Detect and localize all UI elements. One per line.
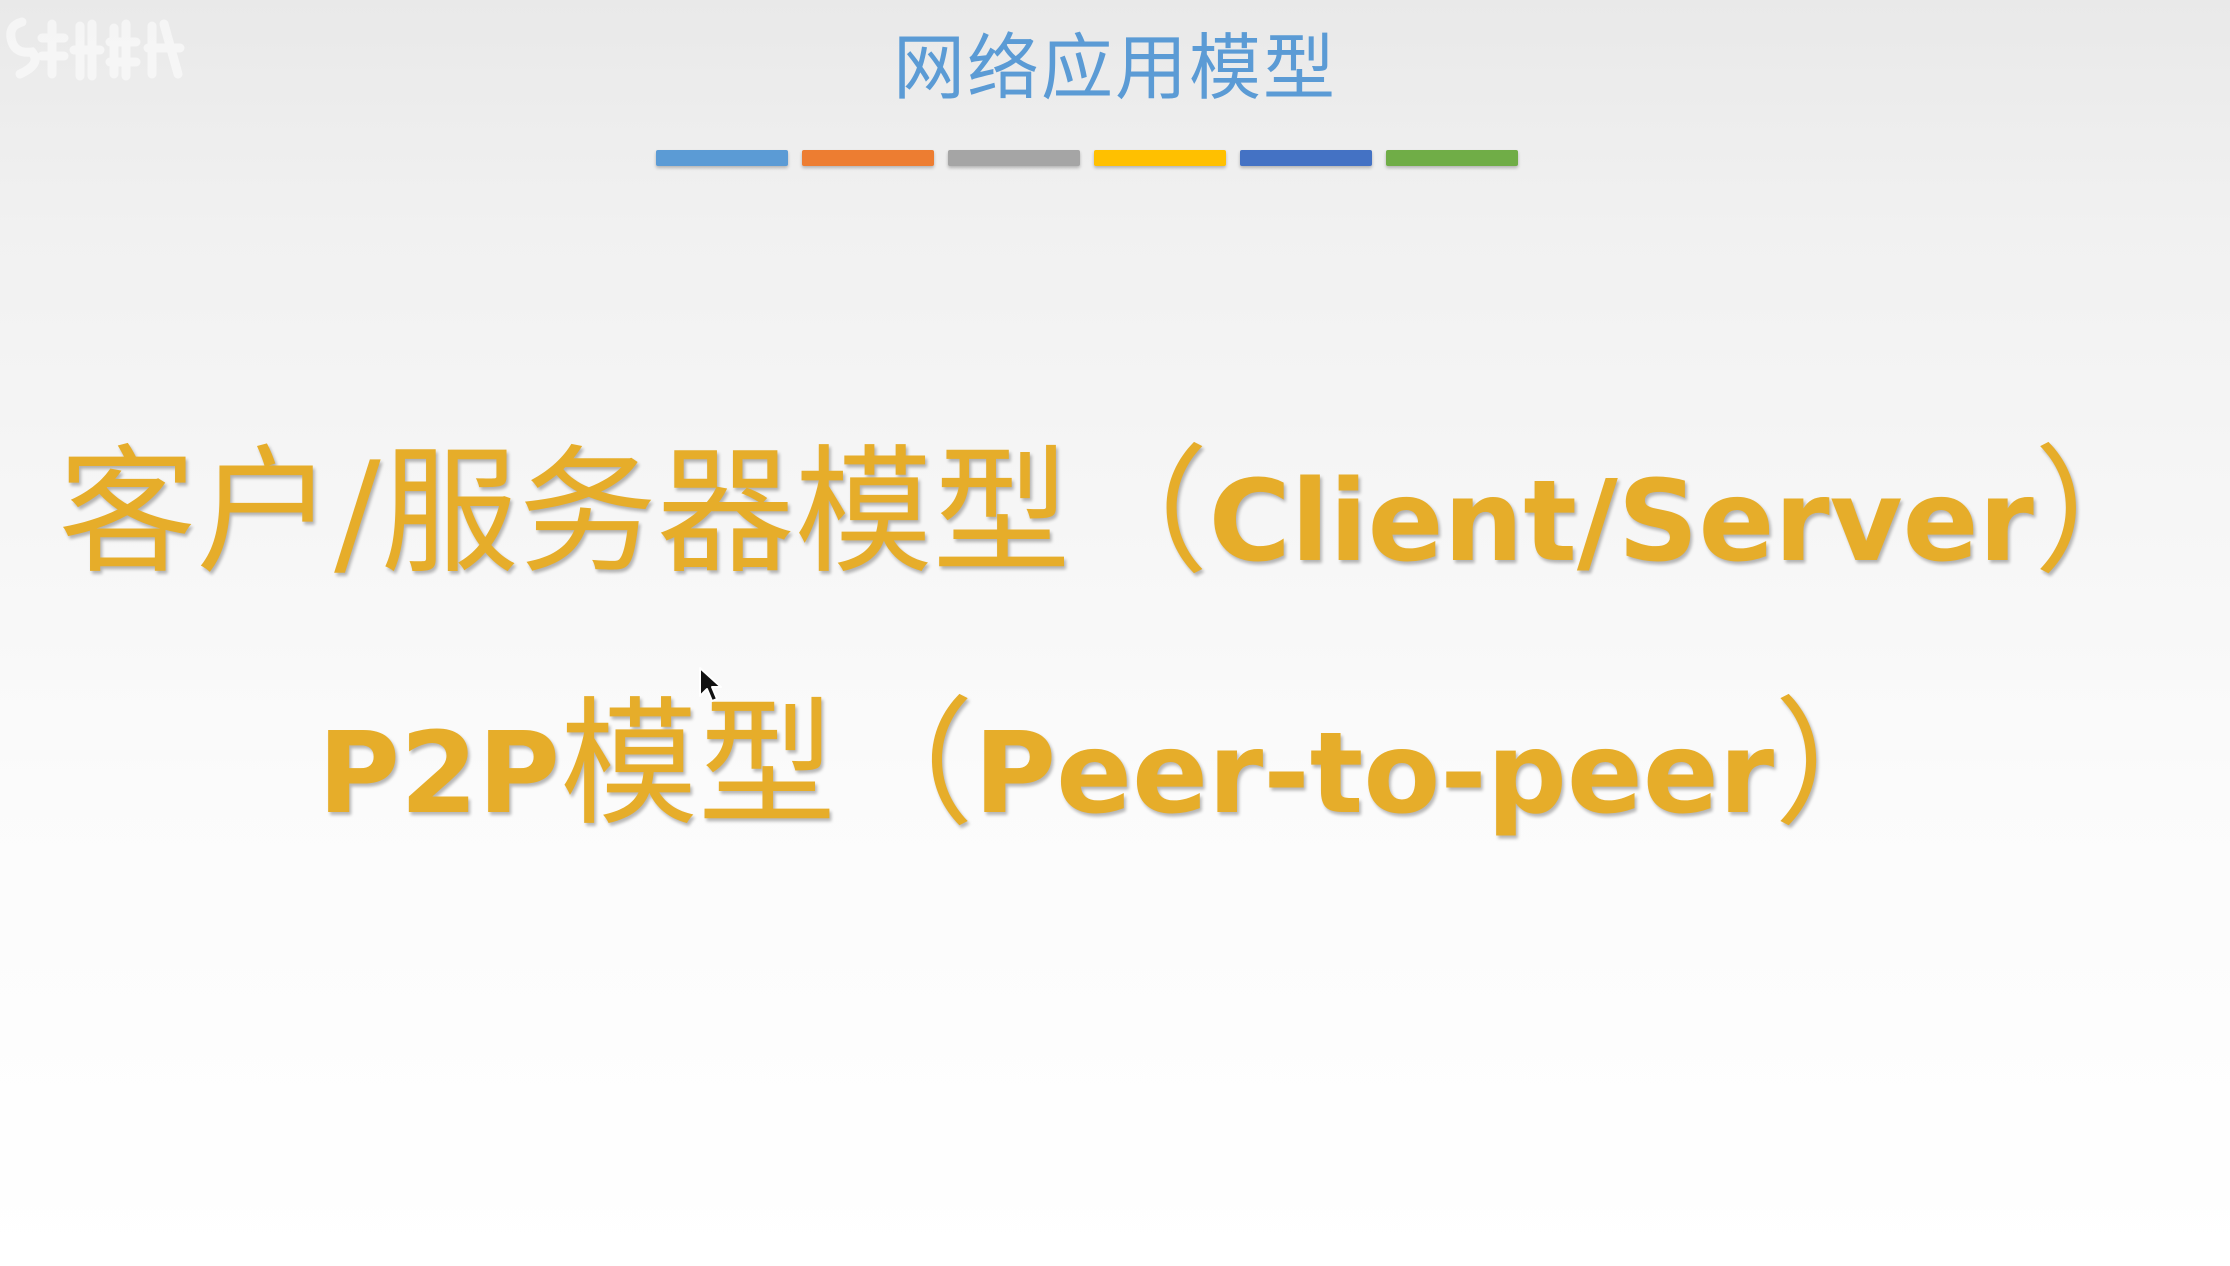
- model-cn-name: 客户/服务器模型: [58, 432, 1071, 593]
- model-client-server: 客户/服务器模型（Client/Server）: [0, 428, 2230, 598]
- accent-bar-blue: [656, 150, 788, 166]
- model-en-name: Client/Server: [1208, 457, 2034, 587]
- mouse-pointer-icon: [699, 667, 722, 702]
- slide-title: 网络应用模型: [892, 26, 1337, 110]
- open-paren: （: [836, 684, 975, 845]
- accent-bar-dark-blue: [1240, 150, 1372, 166]
- model-cn-name: 模型: [560, 684, 837, 845]
- model-en-name: Peer-to-peer: [974, 709, 1775, 839]
- accent-bar-green: [1386, 150, 1518, 166]
- accent-bar-gray: [948, 150, 1080, 166]
- open-paren: （: [1070, 432, 1209, 593]
- model-prefix: P2P: [317, 709, 561, 839]
- title-accent-bar: [656, 150, 1518, 166]
- close-paren: ）: [1774, 684, 1913, 845]
- model-p2p: P2P模型（Peer-to-peer）: [0, 680, 2230, 850]
- accent-bar-yellow: [1094, 150, 1226, 166]
- accent-bar-orange: [802, 150, 934, 166]
- close-paren: ）: [2033, 432, 2172, 593]
